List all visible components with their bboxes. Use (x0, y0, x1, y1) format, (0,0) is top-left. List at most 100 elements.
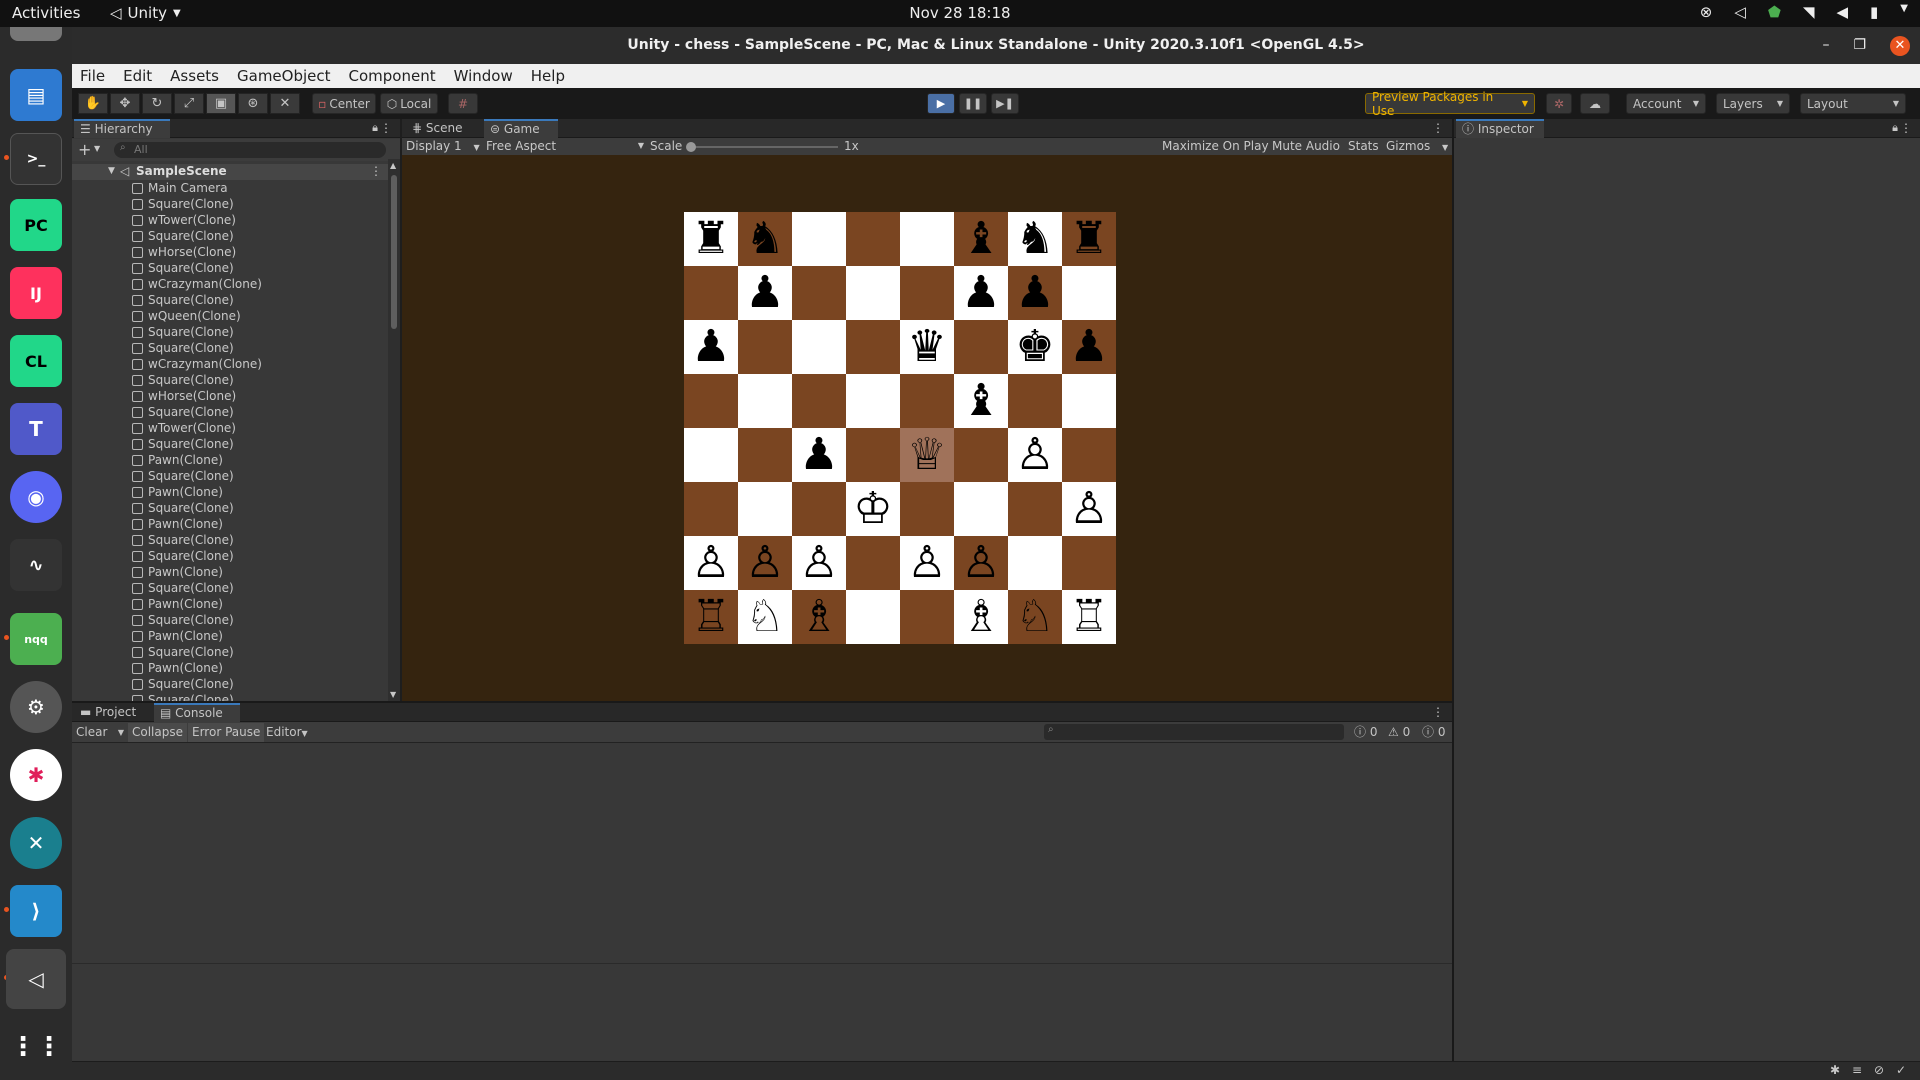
preview-packages-button[interactable]: Preview Packages in Use ▼ (1365, 90, 1535, 118)
tab-console[interactable]: ▤ Console (154, 703, 240, 722)
gizmos-dropdown[interactable]: Gizmos ▼ (1386, 139, 1448, 153)
play-button[interactable]: ▶ (927, 93, 955, 114)
board-square[interactable] (684, 374, 738, 428)
hierarchy-item[interactable]: wTower(Clone) (72, 420, 388, 436)
nqq-icon[interactable]: nqq (10, 613, 62, 665)
board-square[interactable]: ♘ (738, 590, 792, 644)
menu-assets[interactable]: Assets (170, 67, 219, 85)
scrollbar-thumb[interactable] (391, 175, 397, 329)
board-square[interactable]: ♟ (1008, 266, 1062, 320)
grid-snap-button[interactable]: # (448, 93, 478, 114)
board-square[interactable]: ♗ (954, 590, 1008, 644)
board-square[interactable] (900, 374, 954, 428)
board-square[interactable] (738, 320, 792, 374)
progress-icon[interactable]: ≡ (1852, 1063, 1862, 1077)
rotate-tool-icon[interactable]: ↻ (142, 93, 172, 114)
aspect-dropdown[interactable]: Free Aspect ▼ (486, 139, 644, 153)
clear-button[interactable]: Clear ▼ (72, 723, 126, 742)
power-menu-icon[interactable]: ▼ (1900, 3, 1908, 21)
board-square[interactable]: ♚ (1008, 320, 1062, 374)
debug-icon[interactable]: ⊘ (1874, 1063, 1884, 1077)
discord-icon[interactable]: ◉ (10, 471, 62, 523)
board-square[interactable]: ♜ (1062, 212, 1116, 266)
board-square[interactable] (1008, 536, 1062, 590)
maximize-on-play-toggle[interactable]: Maximize On Play (1162, 139, 1269, 153)
board-square[interactable] (1062, 536, 1116, 590)
error-pause-toggle[interactable]: Error Pause (188, 723, 265, 742)
hierarchy-item[interactable]: wHorse(Clone) (72, 388, 388, 404)
custom-tool-icon[interactable]: ✕ (270, 93, 300, 114)
unity-hub-icon[interactable]: ◁ (1734, 3, 1746, 21)
pivot-local-button[interactable]: ⬡ Local (380, 93, 438, 114)
board-square[interactable]: ♜ (684, 212, 738, 266)
board-square[interactable] (900, 590, 954, 644)
hierarchy-item[interactable]: Square(Clone) (72, 468, 388, 484)
pause-button[interactable]: ❚❚ (959, 93, 987, 114)
board-square[interactable]: ♟ (792, 428, 846, 482)
hierarchy-search-input[interactable]: ⌕ All (114, 142, 386, 158)
hierarchy-item[interactable]: wHorse(Clone) (72, 244, 388, 260)
chevron-down-icon[interactable]: ▼ (94, 144, 100, 153)
board-square[interactable] (792, 212, 846, 266)
status-icon[interactable]: ⊗ (1700, 3, 1713, 21)
hierarchy-item[interactable]: Square(Clone) (72, 340, 388, 356)
shield-icon[interactable]: ⬟ (1768, 3, 1781, 21)
board-square[interactable] (792, 482, 846, 536)
board-square[interactable] (846, 536, 900, 590)
more-icon[interactable]: ⋮ (1432, 121, 1444, 135)
board-square[interactable]: ♙ (900, 536, 954, 590)
window-title-bar[interactable]: Unity - chess - SampleScene - PC, Mac & … (72, 27, 1920, 64)
hierarchy-item[interactable]: Square(Clone) (72, 404, 388, 420)
collapse-toggle[interactable]: Collapse (128, 723, 187, 742)
activities-button[interactable]: Activities (12, 4, 80, 22)
board-square[interactable]: ♟ (684, 320, 738, 374)
board-square[interactable]: ♟ (738, 266, 792, 320)
board-square[interactable]: ♕ (900, 428, 954, 482)
board-square[interactable] (954, 482, 1008, 536)
hierarchy-item[interactable]: wCrazyman(Clone) (72, 356, 388, 372)
board-square[interactable]: ♖ (684, 590, 738, 644)
hierarchy-item[interactable]: Pawn(Clone) (72, 660, 388, 676)
editor-dropdown[interactable]: Editor▼ (262, 723, 312, 742)
vscode-icon[interactable]: ⟩ (10, 885, 62, 937)
slack-icon[interactable]: ✱ (10, 749, 62, 801)
clock[interactable]: Nov 28 18:18 (909, 4, 1010, 22)
hierarchy-item[interactable]: Square(Clone) (72, 532, 388, 548)
more-icon[interactable]: ⋮ (1432, 705, 1444, 719)
board-square[interactable] (846, 212, 900, 266)
board-square[interactable] (738, 428, 792, 482)
board-square[interactable]: ♙ (954, 536, 1008, 590)
hierarchy-item[interactable]: Pawn(Clone) (72, 484, 388, 500)
remote-desktop-icon[interactable]: ✕ (10, 817, 62, 869)
menu-help[interactable]: Help (531, 67, 565, 85)
board-square[interactable]: ♗ (792, 590, 846, 644)
scroll-down-icon[interactable]: ▼ (390, 690, 396, 699)
board-square[interactable] (792, 374, 846, 428)
hierarchy-item[interactable]: Pawn(Clone) (72, 564, 388, 580)
system-tray[interactable]: ⊗ ◁ ⬟ ◥ ◀ ▮ ▼ (1700, 3, 1908, 21)
hierarchy-item[interactable]: wQueen(Clone) (72, 308, 388, 324)
show-apps-icon[interactable]: ⋮⋮ (10, 1021, 62, 1073)
scene-row[interactable]: ▼ ◁ SampleScene ⋮ (72, 164, 388, 180)
menu-gameobject[interactable]: GameObject (237, 67, 331, 85)
game-view[interactable]: ♜ ♞ ♝ ♞ ♜ ♟ ♟ ♟ ♟ ♛ ♚ ♟ ♝ ♟ ♕ ♙ ♔ ♙ ♙ ♙ ♙ ♙ ♙ ♖ ♘ ♗ ♗ ♘ ♖ (402, 155, 1452, 701)
hierarchy-item[interactable]: Pawn(Clone) (72, 596, 388, 612)
error-count-toggle[interactable]: ⓘ 0 (1418, 723, 1449, 742)
clion-icon[interactable]: CL (10, 335, 62, 387)
hierarchy-item[interactable]: Pawn(Clone) (72, 452, 388, 468)
menu-edit[interactable]: Edit (123, 67, 152, 85)
board-square[interactable] (900, 266, 954, 320)
terminal-icon[interactable]: >_ (10, 133, 62, 185)
board-square[interactable]: ♖ (1062, 590, 1116, 644)
lock-icon[interactable]: 🔒︎ (1892, 121, 1898, 135)
hierarchy-item[interactable]: Pawn(Clone) (72, 516, 388, 532)
board-square[interactable] (738, 374, 792, 428)
board-square[interactable]: ♝ (954, 212, 1008, 266)
settings-icon[interactable]: ⚙ (10, 681, 62, 733)
hierarchy-item[interactable]: wTower(Clone) (72, 212, 388, 228)
hierarchy-item[interactable]: Square(Clone) (72, 260, 388, 276)
board-square[interactable]: ♙ (1062, 482, 1116, 536)
layers-dropdown[interactable]: Layers ▼ (1716, 93, 1790, 114)
mute-audio-toggle[interactable]: Mute Audio (1272, 139, 1340, 153)
console-search-input[interactable]: ⌕ (1044, 724, 1344, 740)
